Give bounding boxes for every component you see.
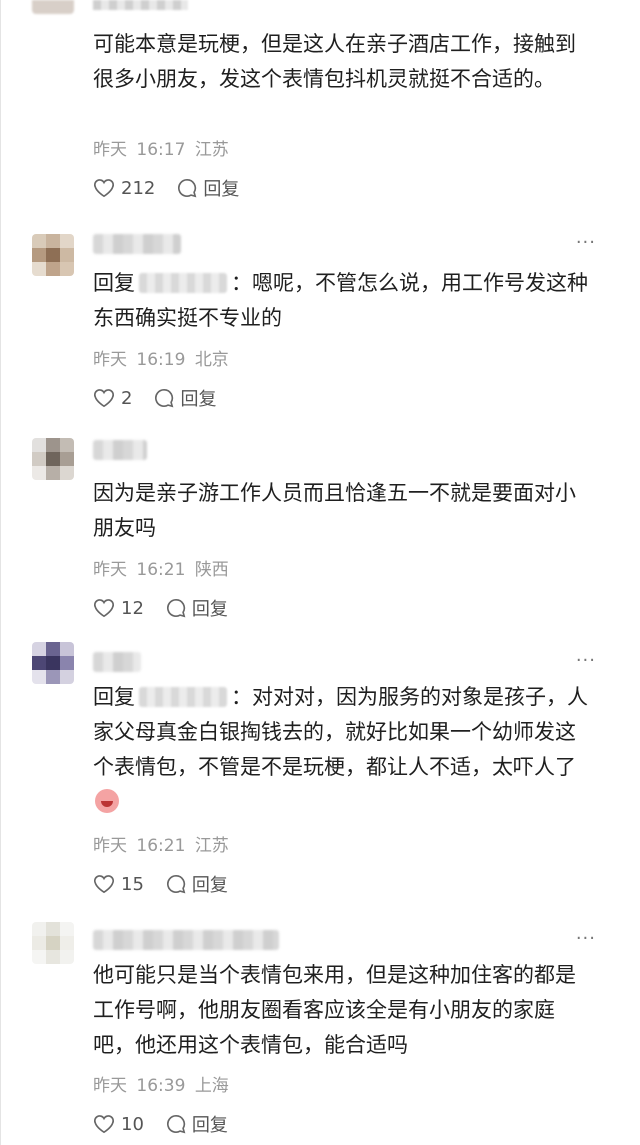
comment-actions: 2 回复 xyxy=(93,385,238,411)
comment-meta: 昨天 16:19 北京 xyxy=(93,345,233,370)
reply-prefix: 回复 xyxy=(93,271,135,295)
reply-label: 回复 xyxy=(191,1115,228,1136)
comment-time: 16:19 xyxy=(136,350,186,370)
heart-outline-icon xyxy=(94,389,114,408)
reply-label: 回复 xyxy=(203,179,240,200)
speech-bubble-icon xyxy=(155,388,174,408)
reply-button[interactable]: 回复 xyxy=(177,175,239,201)
username-blurred[interactable] xyxy=(93,930,279,950)
reply-prefix: 回复 xyxy=(93,685,135,709)
speech-bubble-icon xyxy=(166,598,186,618)
comment-meta: 昨天 16:17 江苏 xyxy=(93,135,233,160)
reply-button[interactable]: 回复 xyxy=(166,871,228,897)
speech-bubble-icon xyxy=(166,1114,186,1134)
comment-text: 因为是亲子游工作人员而且恰逢五一不就是要面对小朋友吗 xyxy=(93,481,576,540)
avatar[interactable] xyxy=(32,234,74,276)
username-blurred[interactable] xyxy=(93,234,181,254)
scared-emoji-icon xyxy=(95,789,119,813)
speech-bubble-icon xyxy=(178,178,197,198)
comment-text: 他可能只是当个表情包来用，但是这种加住客的都是工作号啊，他朋友圈看客应该全是有小… xyxy=(93,963,576,1057)
like-button[interactable]: 2 xyxy=(93,388,132,409)
mention-blurred[interactable] xyxy=(139,687,227,707)
like-button[interactable]: 15 xyxy=(93,874,144,895)
more-dots-icon[interactable]: ··· xyxy=(576,232,596,253)
comment-location: 上海 xyxy=(194,1076,229,1096)
speech-bubble-icon xyxy=(166,874,186,894)
like-count: 12 xyxy=(121,597,144,619)
reply-label: 回复 xyxy=(180,389,217,410)
comment-date: 昨天 xyxy=(93,1076,127,1096)
comment-date: 昨天 xyxy=(93,560,127,580)
comment-location: 北京 xyxy=(194,350,229,370)
reply-button[interactable]: 回复 xyxy=(166,595,228,621)
comment-time: 16:17 xyxy=(136,140,186,160)
comment-actions: 15 回复 xyxy=(93,871,250,897)
heart-outline-icon xyxy=(94,599,114,618)
reply-button[interactable]: 回复 xyxy=(166,1111,228,1137)
reply-label: 回复 xyxy=(191,875,228,896)
comment-actions: 12 回复 xyxy=(93,595,250,621)
comment-location: 陕西 xyxy=(194,560,229,580)
avatar[interactable] xyxy=(32,438,74,480)
comment-date: 昨天 xyxy=(93,140,127,160)
comment-time: 16:21 xyxy=(136,560,186,580)
like-count: 212 xyxy=(121,177,156,199)
comment-meta: 昨天 16:21 陕西 xyxy=(93,555,233,580)
comment-time: 16:21 xyxy=(136,836,186,856)
comment-meta: 昨天 16:39 上海 xyxy=(93,1071,233,1096)
comment-date: 昨天 xyxy=(93,350,127,370)
like-button[interactable]: 10 xyxy=(93,1114,144,1135)
like-count: 10 xyxy=(121,1113,144,1135)
more-dots-icon[interactable]: ··· xyxy=(576,650,596,671)
reply-button[interactable]: 回复 xyxy=(154,385,216,411)
username-blurred[interactable] xyxy=(93,0,188,10)
comment-actions: 212 回复 xyxy=(93,175,261,201)
like-count: 15 xyxy=(121,873,144,895)
username-blurred[interactable] xyxy=(93,652,141,672)
comment-meta: 昨天 16:21 江苏 xyxy=(93,831,233,856)
avatar[interactable] xyxy=(32,642,74,684)
heart-outline-icon xyxy=(94,179,114,198)
comment-date: 昨天 xyxy=(93,836,127,856)
avatar[interactable] xyxy=(32,0,74,14)
like-count: 2 xyxy=(121,387,133,409)
comment-text: 回复 ：嗯呢，不管怎么说，用工作号发这种东西确实挺不专业的 xyxy=(93,266,593,336)
more-dots-icon[interactable]: ··· xyxy=(576,928,596,949)
avatar[interactable] xyxy=(32,922,74,964)
comment-text: 回复 ：对对对，因为服务的对象是孩子，人家父母真金白银掏钱去的，就好比如果一个幼师… xyxy=(93,680,593,820)
comment-time: 16:39 xyxy=(136,1076,186,1096)
comment-location: 江苏 xyxy=(194,140,229,160)
heart-outline-icon xyxy=(94,1115,114,1134)
comment-actions: 10 回复 xyxy=(93,1111,250,1137)
mention-blurred[interactable] xyxy=(139,273,227,293)
username-blurred[interactable] xyxy=(93,440,147,460)
reply-label: 回复 xyxy=(191,599,228,620)
like-button[interactable]: 12 xyxy=(93,598,144,619)
comment-location: 江苏 xyxy=(194,836,229,856)
heart-outline-icon xyxy=(94,875,114,894)
comment-text: 可能本意是玩梗，但是这人在亲子酒店工作，接触到很多小朋友，发这个表情包抖机灵就挺… xyxy=(93,32,576,91)
like-button[interactable]: 212 xyxy=(93,178,155,199)
